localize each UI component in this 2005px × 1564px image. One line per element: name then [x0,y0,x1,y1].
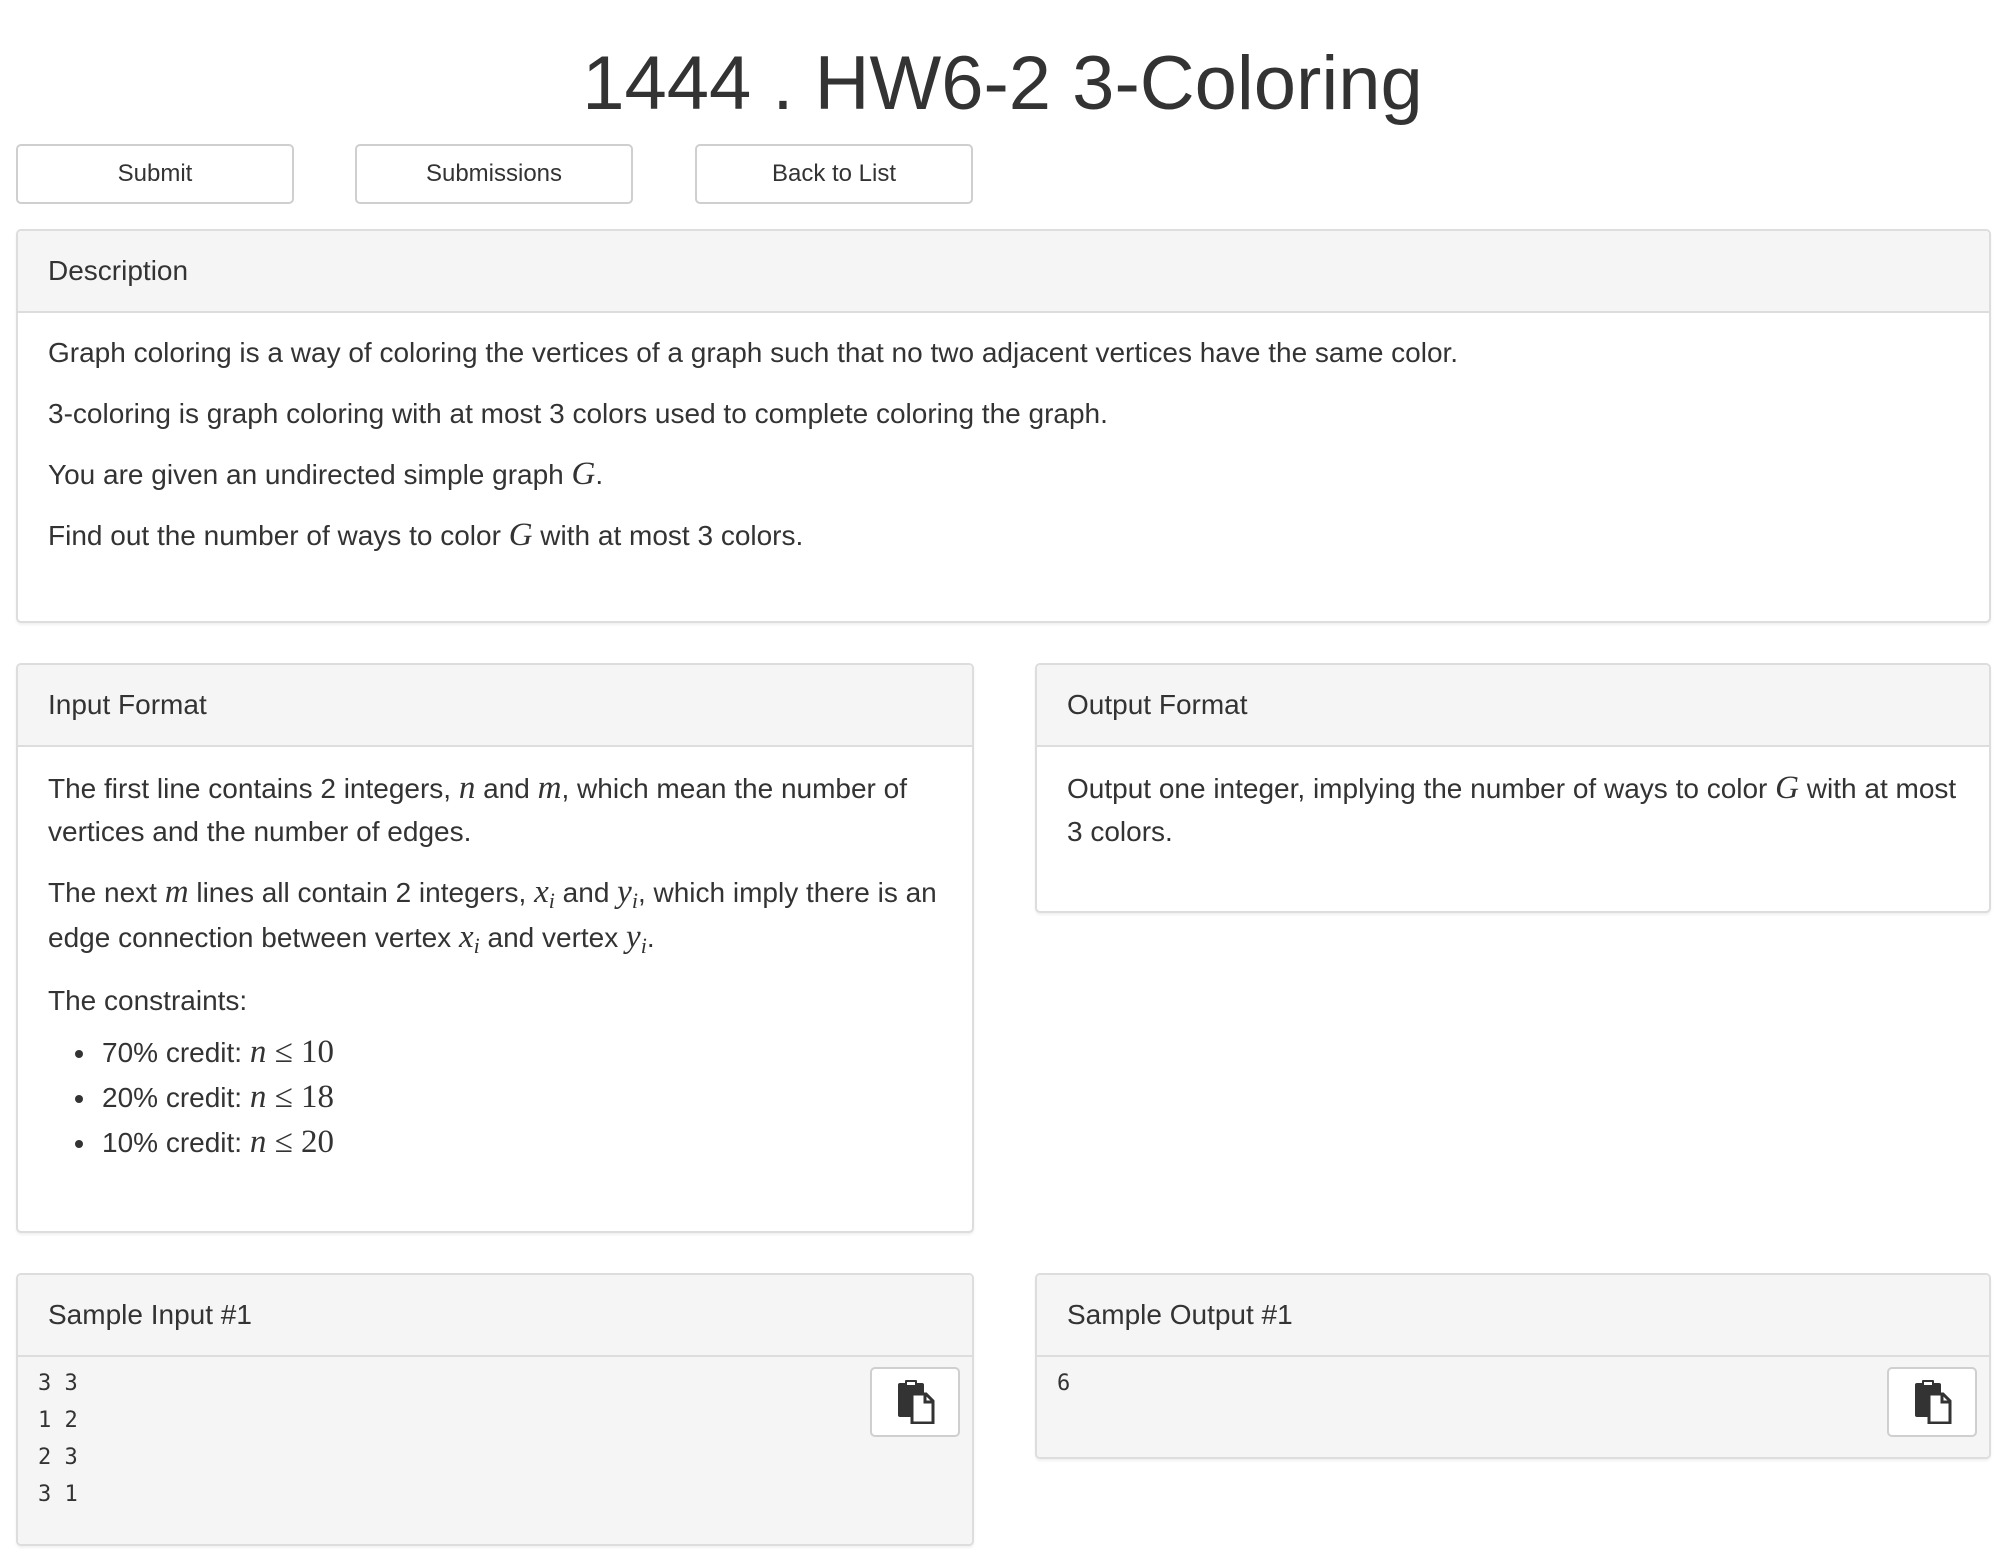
copy-sample-output-button[interactable] [1887,1367,1977,1437]
text: and [554,877,618,908]
math-variable: n [458,770,476,806]
description-panel: Description Graph coloring is a way of c… [16,229,1991,623]
text: and [475,773,538,804]
copy-sample-input-button[interactable] [870,1367,960,1437]
description-text: . [595,459,604,490]
math-subscript: i [631,888,638,913]
constraints-list: 70% credit: n ≤ 10 20% credit: n ≤ 18 10… [48,1030,942,1165]
math-variable: G [571,456,596,492]
constraints-label: The constraints: [48,985,248,1016]
clipboard-copy-icon [898,1380,935,1424]
math-operator: ≤ [266,1124,301,1160]
input-format-heading: Input Format [18,665,972,747]
sample-input-heading: Sample Input #1 [18,1275,972,1357]
sample-output-code-area: 6 [1037,1357,1989,1457]
text: lines all contain 2 integers, [188,877,535,908]
input-format-paragraph: The first line contains 2 integers, n an… [48,767,942,853]
output-format-paragraph: Output one integer, implying the number … [1067,767,1959,853]
credit-label: 20% credit: [102,1082,250,1113]
description-paragraph: You are given an undirected simple graph… [48,453,1959,496]
math-number: 20 [300,1124,334,1160]
back-to-list-button[interactable]: Back to List [695,144,973,204]
math-operator: ≤ [266,1079,301,1115]
output-format-panel: Output Format Output one integer, implyi… [1035,663,1991,913]
credit-label: 70% credit: [102,1037,250,1068]
math-number: 18 [300,1079,334,1115]
math-variable: m [537,770,562,806]
problem-page: 1444 . HW6-2 3-Coloring Submit Submissio… [0,0,2005,1564]
math-number: 10 [300,1034,334,1070]
math-variable: G [1775,770,1800,806]
sample-output-panel: Sample Output #1 6 [1035,1273,1991,1459]
clipboard-copy-icon [1915,1380,1952,1424]
math-subscript: i [548,888,555,913]
credit-label: 10% credit: [102,1127,250,1158]
math-variable: m [164,874,189,910]
list-item: 20% credit: n ≤ 18 [98,1075,942,1120]
math-subscript: i [640,933,647,958]
input-format-body: The first line contains 2 integers, n an… [18,747,972,1183]
description-heading: Description [18,231,1989,313]
text: . [646,922,655,953]
description-text: You are given an undirected simple graph [48,459,572,490]
sample-output-heading: Sample Output #1 [1037,1275,1989,1357]
math-operator: ≤ [266,1034,301,1070]
description-text: Find out the number of ways to color [48,520,509,551]
description-text: 3-coloring is graph coloring with at mos… [48,398,1108,429]
list-item: 10% credit: n ≤ 20 [98,1120,942,1165]
math-variable: n [249,1124,267,1160]
math-variable: x [458,919,474,955]
description-paragraph: Find out the number of ways to color G w… [48,514,1959,557]
page-title: 1444 . HW6-2 3-Coloring [582,41,1423,126]
math-variable: y [617,874,632,910]
text: and vertex [479,922,627,953]
sample-output-code[interactable]: 6 [1037,1357,1989,1410]
description-body: Graph coloring is a way of coloring the … [18,313,1989,593]
math-variable: G [508,517,533,553]
submissions-button[interactable]: Submissions [355,144,633,204]
submit-button[interactable]: Submit [16,144,294,204]
description-paragraph: 3-coloring is graph coloring with at mos… [48,392,1959,435]
sample-input-panel: Sample Input #1 3 3 1 2 2 3 3 1 [16,1273,974,1546]
output-format-heading: Output Format [1037,665,1989,747]
math-subscript: i [473,933,480,958]
math-variable: n [249,1034,267,1070]
text: Output one integer, implying the number … [1067,773,1776,804]
sample-input-code[interactable]: 3 3 1 2 2 3 3 1 [18,1357,972,1521]
description-text: Graph coloring is a way of coloring the … [48,337,1459,368]
input-format-paragraph: The next m lines all contain 2 integers,… [48,871,942,961]
output-format-body: Output one integer, implying the number … [1037,747,1989,889]
input-format-panel: Input Format The first line contains 2 i… [16,663,974,1233]
sample-input-code-area: 3 3 1 2 2 3 3 1 [18,1357,972,1544]
list-item: 70% credit: n ≤ 10 [98,1030,942,1075]
math-variable: x [534,874,549,910]
description-text: with at most 3 colors. [532,520,804,551]
text: The next [48,877,165,908]
text: The first line contains 2 integers, [48,773,459,804]
math-variable: n [249,1079,267,1115]
description-paragraph: Graph coloring is a way of coloring the … [48,331,1959,374]
math-variable: y [626,919,641,955]
